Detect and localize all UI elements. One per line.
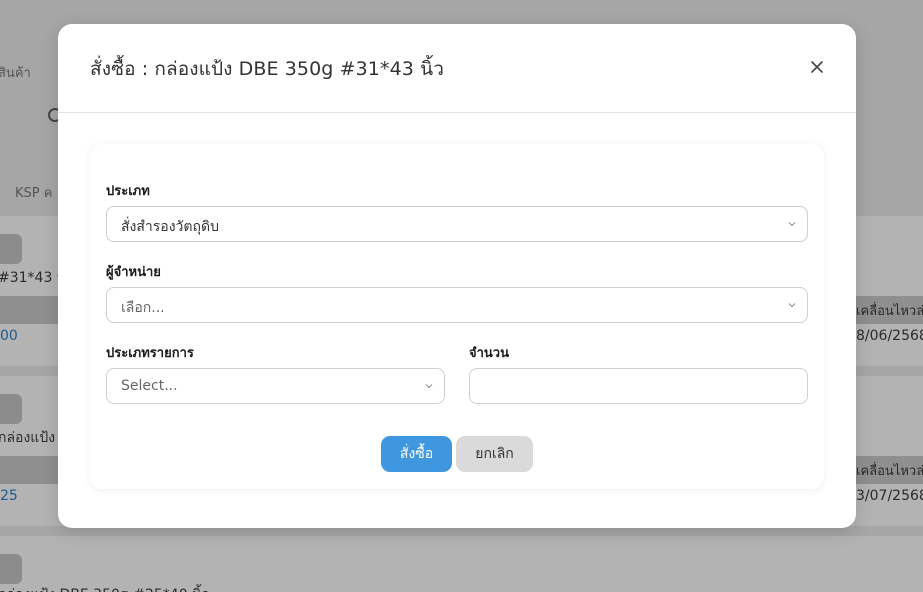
close-icon — [811, 61, 823, 73]
bg-row2-col: เคลื่อนไหวล่า — [856, 464, 923, 479]
order-form: ประเภท สั่งสำรองวัตถุดิบ ผู้จำหน่าย เลือ… — [90, 144, 824, 489]
bg-row1-date: 8/06/2568 — [856, 328, 923, 344]
cancel-button[interactable]: ยกเลิก — [456, 436, 533, 472]
order-modal: สั่งซื้อ : กล่องแป้ง DBE 350g #31*43 นิ้… — [58, 24, 856, 528]
chevron-down-icon — [425, 384, 433, 389]
transaction-type-label: ประเภทรายการ — [106, 346, 194, 361]
bg-pill-3 — [0, 554, 22, 584]
bg-ksp-label: KSP ค — [15, 186, 53, 201]
type-select[interactable]: สั่งสำรองวัตถุดิบ — [106, 206, 808, 242]
bg-row3-title: กล่องแป้ง DBE 350g #25*40 นิ้ว — [0, 584, 209, 592]
chevron-down-icon — [788, 222, 796, 227]
bg-row1-col: เคลื่อนไหวล่า — [856, 304, 923, 319]
chevron-down-icon — [788, 303, 796, 308]
bg-pill-2 — [0, 394, 22, 424]
close-button[interactable] — [808, 58, 826, 76]
type-label: ประเภท — [106, 184, 150, 199]
supplier-label: ผู้จำหน่าย — [106, 265, 161, 280]
transaction-type-placeholder: Select... — [121, 378, 178, 394]
bg-row2-date: 3/07/2568 — [856, 488, 923, 504]
type-select-value: สั่งสำรองวัตถุดิบ — [121, 219, 219, 235]
bg-pill-1 — [0, 234, 22, 264]
supplier-select[interactable]: เลือก... — [106, 287, 808, 323]
bg-row2-value: 25 — [0, 488, 18, 504]
bg-product-label: สินค้า — [0, 66, 31, 81]
bg-row1-value: 00 — [0, 328, 18, 344]
supplier-select-placeholder: เลือก... — [121, 300, 165, 316]
quantity-input[interactable] — [469, 368, 808, 404]
quantity-label: จำนวน — [469, 346, 509, 361]
transaction-type-select[interactable]: Select... — [106, 368, 445, 404]
modal-title: สั่งซื้อ : กล่องแป้ง DBE 350g #31*43 นิ้… — [90, 58, 444, 80]
order-button[interactable]: สั่งซื้อ — [381, 436, 452, 472]
modal-header: สั่งซื้อ : กล่องแป้ง DBE 350g #31*43 นิ้… — [58, 24, 856, 113]
